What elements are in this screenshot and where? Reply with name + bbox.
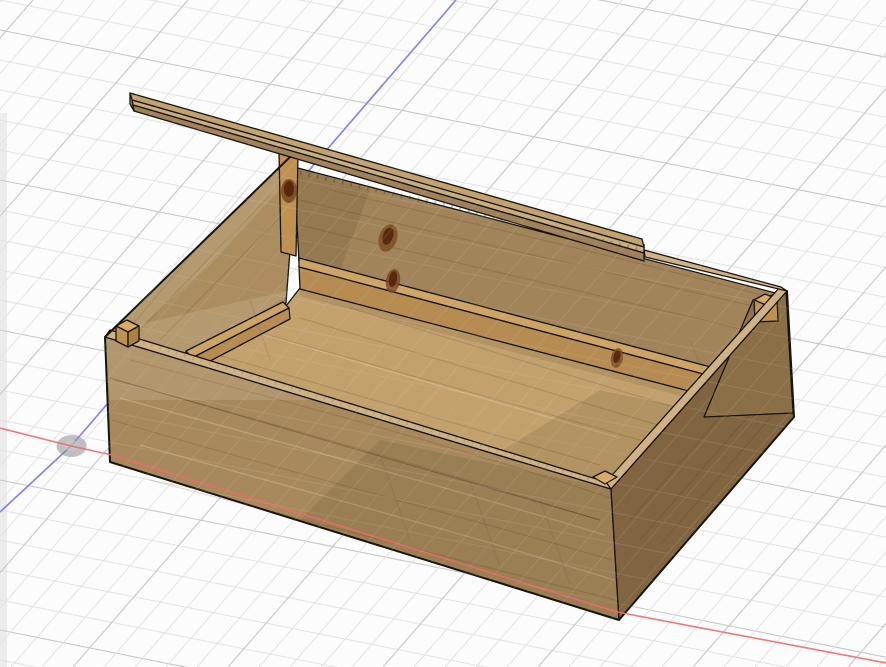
viewport-canvas[interactable] — [0, 0, 886, 667]
cad-viewport[interactable] — [0, 0, 886, 667]
wood-knot — [284, 181, 294, 197]
